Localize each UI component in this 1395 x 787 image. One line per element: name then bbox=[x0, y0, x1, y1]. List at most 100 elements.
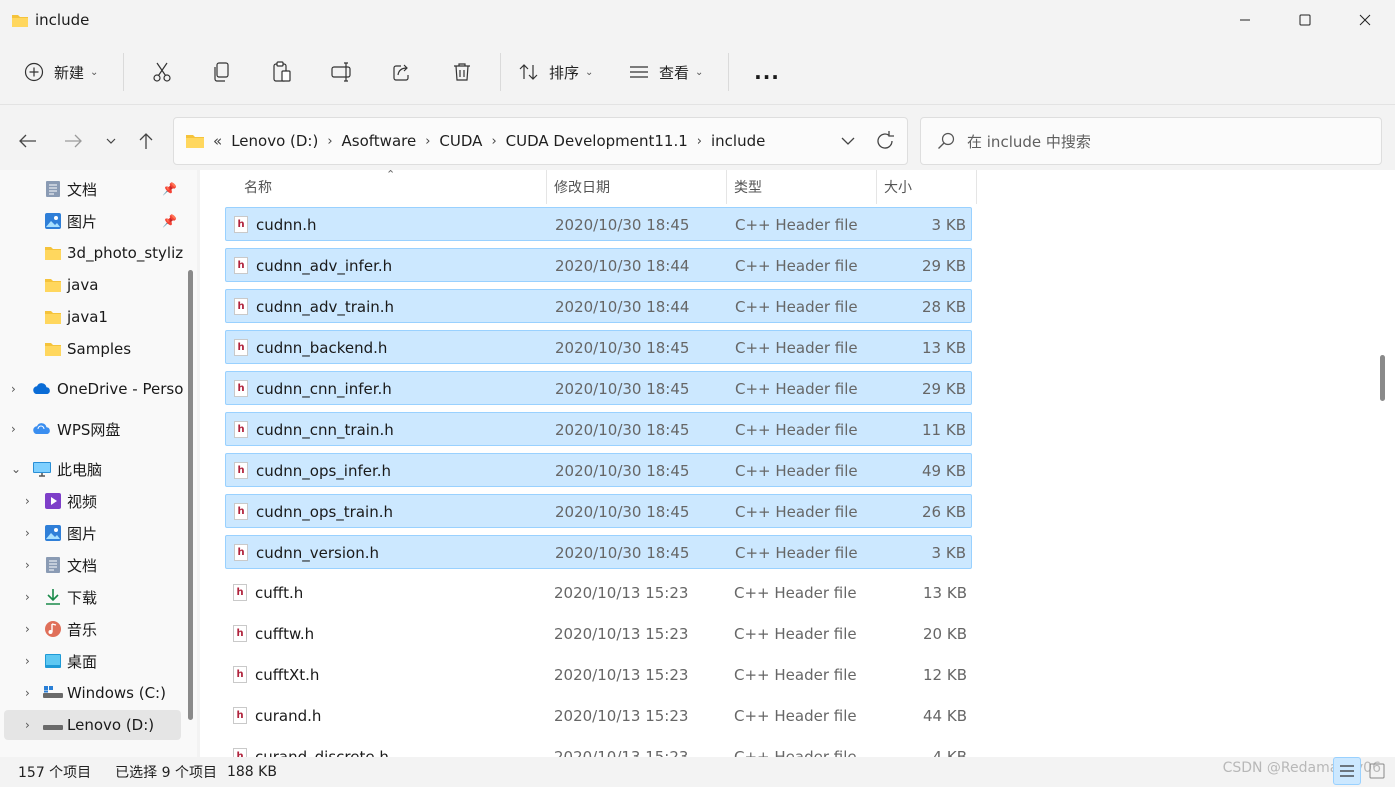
file-icon-letter: h bbox=[237, 219, 245, 230]
sidebar-item-wps-cloud[interactable]: › WPS网盘 bbox=[0, 414, 186, 444]
column-divider[interactable] bbox=[976, 170, 977, 204]
sidebar-item-music[interactable]: › 音乐 bbox=[0, 614, 186, 644]
file-row[interactable]: h curand.h 2020/10/13 15:23 C++ Header file… bbox=[225, 699, 972, 733]
file-row[interactable]: h cudnn_adv_train.h 2020/10/30 18:44 C++ He… bbox=[225, 289, 972, 323]
up-button[interactable] bbox=[128, 123, 164, 159]
address-bar[interactable]: « Lenovo (D:) › Asoftware › CUDA › CUDA … bbox=[173, 117, 908, 165]
trash-icon bbox=[454, 63, 470, 81]
search-input[interactable]: 在 include 中搜索 bbox=[920, 117, 1382, 165]
sidebar-item-onedrive[interactable]: › OneDrive - Perso bbox=[0, 374, 186, 404]
sidebar-item-downloads[interactable]: › 下载 bbox=[0, 582, 186, 612]
new-button[interactable]: 新建 ⌄ bbox=[24, 52, 109, 92]
file-row[interactable]: h cudnn_ops_train.h 2020/10/30 18:45 C++ He… bbox=[225, 494, 972, 528]
chevron-right-icon[interactable]: › bbox=[25, 718, 30, 732]
sidebar-item-folder[interactable]: Samples bbox=[0, 334, 186, 364]
file-row[interactable]: h curand_discrete.h 2020/10/13 15:23 C++ He… bbox=[225, 740, 972, 757]
sidebar-item-this-pc[interactable]: ⌄ 此电脑 bbox=[0, 454, 186, 484]
column-divider[interactable] bbox=[876, 170, 877, 204]
file-type: C++ Header file bbox=[734, 625, 857, 643]
breadcrumb-item[interactable]: CUDA bbox=[439, 132, 482, 150]
chevron-right-icon[interactable]: › bbox=[11, 422, 16, 436]
file-name: cufftXt.h bbox=[255, 666, 320, 684]
chevron-right-icon[interactable]: › bbox=[25, 590, 30, 604]
breadcrumb-item[interactable]: Lenovo (D:) bbox=[231, 132, 318, 150]
sidebar-item-pictures-pinned[interactable]: 图片 📌 bbox=[0, 206, 186, 236]
file-date: 2020/10/13 15:23 bbox=[554, 707, 689, 725]
file-icon-letter: h bbox=[237, 260, 245, 271]
tiles-view-button[interactable] bbox=[1363, 757, 1391, 785]
header-file-icon: h bbox=[234, 421, 248, 438]
file-row[interactable]: h cufftw.h 2020/10/13 15:23 C++ Header file… bbox=[225, 617, 972, 651]
file-size: 29 KB bbox=[922, 257, 966, 275]
breadcrumb-item[interactable]: include bbox=[711, 132, 765, 150]
sidebar-item-desktop[interactable]: › 桌面 bbox=[0, 646, 186, 676]
breadcrumb-overflow[interactable]: « bbox=[213, 132, 222, 150]
back-button[interactable] bbox=[10, 123, 46, 159]
copy-button[interactable] bbox=[192, 52, 252, 92]
delete-button[interactable] bbox=[432, 52, 492, 92]
sidebar-scrollbar[interactable] bbox=[188, 270, 193, 720]
share-button[interactable] bbox=[372, 52, 432, 92]
paste-button[interactable] bbox=[252, 52, 312, 92]
chevron-right-icon[interactable]: › bbox=[11, 382, 16, 396]
breadcrumb-item[interactable]: CUDA Development11.1 bbox=[506, 132, 688, 150]
file-row[interactable]: h cudnn_cnn_train.h 2020/10/30 18:45 C++ He… bbox=[225, 412, 972, 446]
file-type: C++ Header file bbox=[735, 503, 858, 521]
file-row[interactable]: h cudnn_ops_infer.h 2020/10/30 18:45 C++ He… bbox=[225, 453, 972, 487]
column-header-type[interactable]: 类型 bbox=[734, 170, 874, 204]
forward-button[interactable] bbox=[55, 123, 91, 159]
file-row[interactable]: h cudnn_backend.h 2020/10/30 18:45 C++ Head… bbox=[225, 330, 972, 364]
file-type: C++ Header file bbox=[735, 257, 858, 275]
details-view-button[interactable] bbox=[1333, 757, 1361, 785]
sidebar-item-videos[interactable]: › 视频 bbox=[0, 486, 186, 516]
column-header-size[interactable]: 大小 bbox=[884, 170, 974, 204]
sidebar-item-folder[interactable]: java1 bbox=[0, 302, 186, 332]
column-divider[interactable] bbox=[546, 170, 547, 204]
sidebar-item-drive-d[interactable]: › Lenovo (D:) bbox=[4, 710, 181, 740]
maximize-button[interactable] bbox=[1275, 0, 1335, 40]
recent-locations-button[interactable] bbox=[93, 123, 129, 159]
file-row[interactable]: h cufftXt.h 2020/10/13 15:23 C++ Header fil… bbox=[225, 658, 972, 692]
sidebar-item-folder[interactable]: java bbox=[0, 270, 186, 300]
chevron-right-icon[interactable]: › bbox=[25, 654, 30, 668]
file-list-scrollbar[interactable] bbox=[1380, 355, 1385, 401]
more-options-button[interactable]: ... bbox=[737, 52, 797, 92]
column-header-date[interactable]: 修改日期 bbox=[554, 170, 724, 204]
column-name-label: 名称 bbox=[244, 180, 272, 196]
chevron-right-icon[interactable]: › bbox=[25, 622, 30, 636]
sidebar-item-folder[interactable]: 3d_photo_styliz bbox=[0, 238, 186, 268]
cut-button[interactable] bbox=[132, 52, 192, 92]
file-row[interactable]: h cufft.h 2020/10/13 15:23 C++ Header file 1… bbox=[225, 576, 972, 610]
chevron-right-icon[interactable]: › bbox=[327, 134, 332, 149]
sort-button[interactable]: 排序 ⌄ bbox=[509, 52, 609, 92]
sidebar-item-drive-c[interactable]: › Windows (C:) bbox=[0, 678, 186, 708]
column-divider[interactable] bbox=[726, 170, 727, 204]
minimize-button[interactable] bbox=[1215, 0, 1275, 40]
file-row[interactable]: h cudnn_cnn_infer.h 2020/10/30 18:45 C++ He… bbox=[225, 371, 972, 405]
sidebar-item-documents-pinned[interactable]: 文档 📌 bbox=[0, 174, 186, 204]
rename-button[interactable] bbox=[312, 52, 372, 92]
sidebar-item-documents[interactable]: › 文档 bbox=[0, 550, 186, 580]
file-row[interactable]: h cudnn.h 2020/10/30 18:45 C++ Header file 3… bbox=[225, 207, 972, 241]
chevron-right-icon[interactable]: › bbox=[491, 134, 496, 149]
chevron-right-icon[interactable]: › bbox=[425, 134, 430, 149]
chevron-right-icon[interactable]: › bbox=[697, 134, 702, 149]
file-row[interactable]: h cudnn_adv_infer.h 2020/10/30 18:44 C++ He… bbox=[225, 248, 972, 282]
file-date: 2020/10/30 18:45 bbox=[555, 339, 690, 357]
view-button[interactable]: 查看 ⌄ bbox=[609, 52, 714, 92]
chevron-right-icon[interactable]: › bbox=[25, 526, 30, 540]
sidebar-item-label: java1 bbox=[67, 308, 108, 326]
chevron-right-icon[interactable]: › bbox=[25, 686, 30, 700]
file-row[interactable]: h cudnn_version.h 2020/10/30 18:45 C++ Head… bbox=[225, 535, 972, 569]
close-button[interactable] bbox=[1335, 0, 1395, 40]
window-title: include bbox=[35, 11, 90, 29]
chevron-right-icon[interactable]: › bbox=[25, 558, 30, 572]
header-file-icon: h bbox=[233, 748, 247, 757]
chevron-down-icon[interactable]: ⌄ bbox=[11, 462, 21, 476]
more-icon: ... bbox=[754, 60, 780, 84]
breadcrumb-item[interactable]: Asoftware bbox=[342, 132, 417, 150]
sidebar-item-pictures[interactable]: › 图片 bbox=[0, 518, 186, 548]
address-history-button[interactable] bbox=[841, 130, 855, 156]
chevron-right-icon[interactable]: › bbox=[25, 494, 30, 508]
refresh-button[interactable] bbox=[875, 130, 895, 156]
